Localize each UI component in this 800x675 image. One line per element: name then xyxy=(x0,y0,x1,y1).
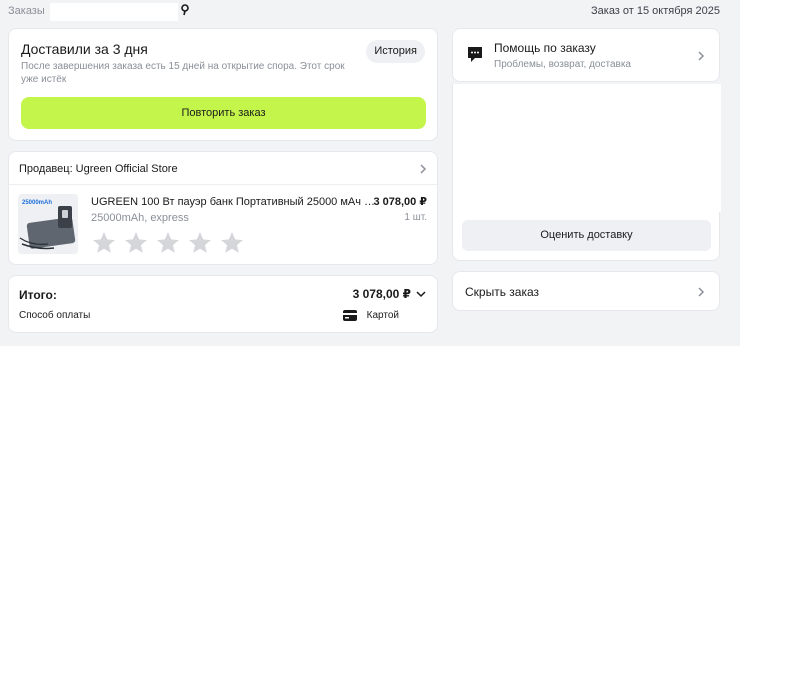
payment-method-label: Способ оплаты xyxy=(19,310,91,321)
seller-label: Продавец: Ugreen Official Store xyxy=(19,163,178,175)
star-icon[interactable] xyxy=(155,230,181,256)
delivery-rating-card: Оценить доставку xyxy=(452,84,721,261)
delivery-map-area xyxy=(453,84,721,212)
breadcrumb-orders-link[interactable]: Заказы xyxy=(8,5,45,17)
hide-order-label: Скрыть заказ xyxy=(465,285,540,299)
hide-order-card[interactable]: Скрыть заказ xyxy=(452,271,720,311)
order-page: Заказы Заказ от 15 октября 2025 Доставил… xyxy=(0,0,740,346)
power-bank-image: 25000mAh xyxy=(18,194,78,254)
total-value: 3 078,00 ₽ xyxy=(352,287,411,301)
chat-icon xyxy=(468,47,482,62)
dispute-notice: После завершения заказа есть 15 дней на … xyxy=(21,61,345,85)
star-icon[interactable] xyxy=(187,230,213,256)
product-name[interactable]: UGREEN 100 Вт пауэр банк Портативный 250… xyxy=(91,196,376,208)
product-image[interactable]: 25000mAh xyxy=(18,194,78,254)
card-icon xyxy=(343,310,357,321)
seller-row[interactable]: Продавец: Ugreen Official Store xyxy=(9,152,439,185)
history-button[interactable]: История xyxy=(366,40,425,63)
search-icon[interactable] xyxy=(180,4,190,16)
chevron-right-icon xyxy=(698,51,705,61)
rating-stars[interactable] xyxy=(91,230,245,256)
help-card[interactable]: Помощь по заказу Проблемы, возврат, дост… xyxy=(452,28,720,82)
product-image-label: 25000mAh xyxy=(22,200,52,206)
help-title: Помощь по заказу xyxy=(494,41,596,55)
star-icon[interactable] xyxy=(219,230,245,256)
total-label: Итого: xyxy=(19,288,57,302)
chevron-right-icon xyxy=(420,164,427,174)
repeat-order-button[interactable]: Повторить заказ xyxy=(21,97,426,129)
rate-delivery-button[interactable]: Оценить доставку xyxy=(462,220,711,251)
order-date: Заказ от 15 октября 2025 xyxy=(591,5,720,17)
chevron-down-icon[interactable] xyxy=(416,290,426,298)
product-price: 3 078,00 ₽ xyxy=(373,196,427,208)
seller-card: Продавец: Ugreen Official Store 25000mAh… xyxy=(8,151,439,265)
product-variant: 25000mAh, express xyxy=(91,212,189,224)
total-card: Итого: 3 078,00 ₽ Способ оплаты Картой xyxy=(8,275,438,333)
delivery-card: Доставили за 3 дня После завершения зака… xyxy=(8,28,438,141)
breadcrumb-order-number xyxy=(50,3,178,21)
product-quantity: 1 шт. xyxy=(404,212,427,223)
star-icon[interactable] xyxy=(91,230,117,256)
chevron-right-icon xyxy=(698,287,705,297)
breadcrumb: Заказы Заказ от 15 октября 2025 xyxy=(0,0,740,24)
payment-method-value: Картой xyxy=(366,310,399,321)
delivery-status-title: Доставили за 3 дня xyxy=(21,41,148,57)
help-subtitle: Проблемы, возврат, доставка xyxy=(494,59,631,70)
star-icon[interactable] xyxy=(123,230,149,256)
